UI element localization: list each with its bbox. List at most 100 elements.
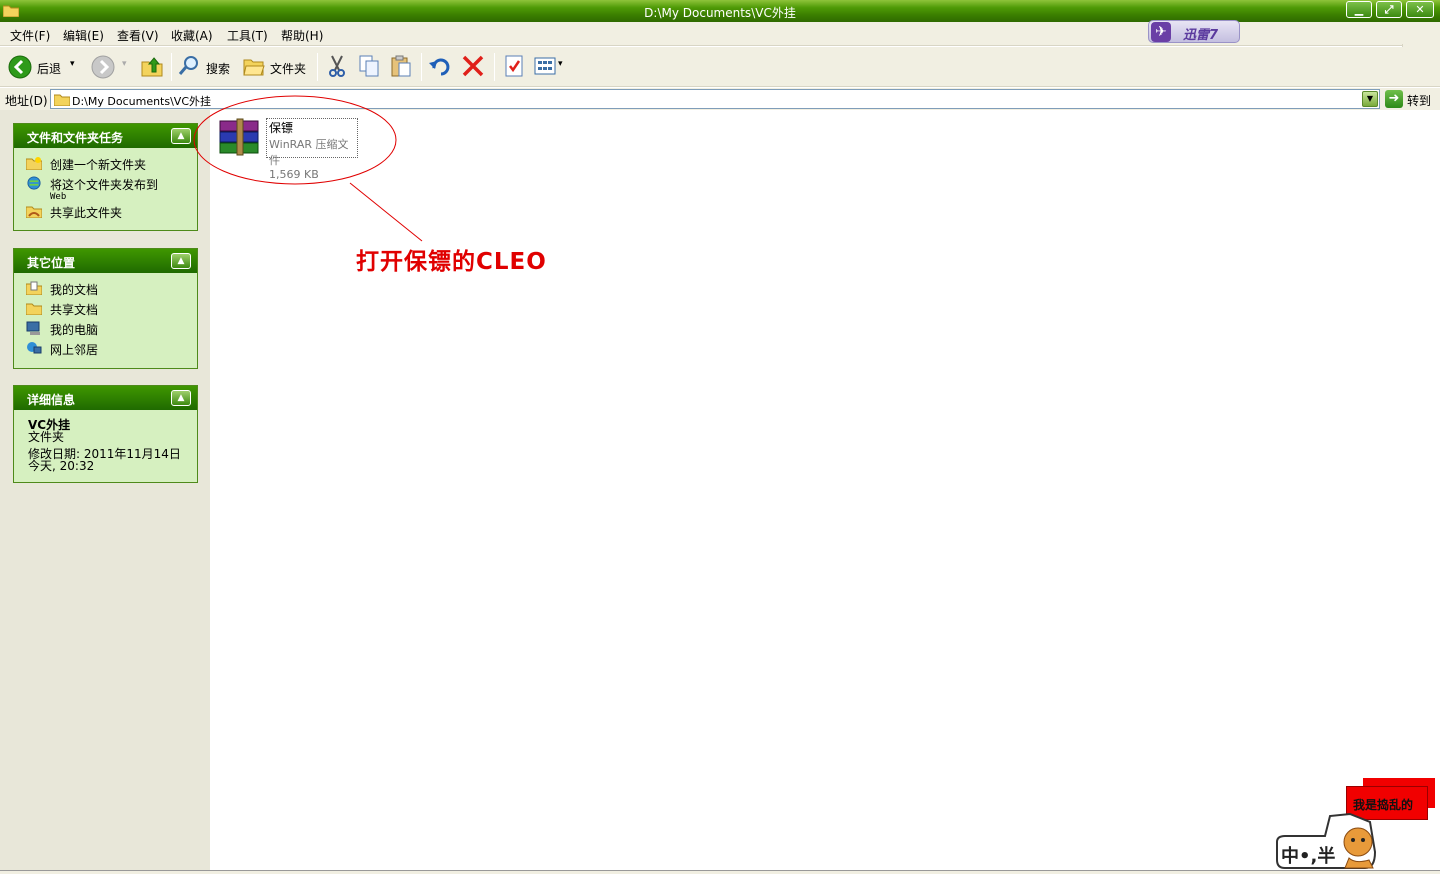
place-shared-documents[interactable]: 共享文档	[14, 298, 197, 318]
place-my-documents[interactable]: 我的文档	[14, 278, 197, 298]
panel-header[interactable]: 其它位置 ▲	[14, 249, 197, 273]
views-grid-icon	[534, 57, 556, 75]
menu-view[interactable]: 查看(V)	[117, 27, 159, 44]
xunlei-label: 迅雷7	[1183, 28, 1219, 43]
panel-header[interactable]: 详细信息 ▲	[14, 386, 197, 410]
address-label: 地址(D)	[5, 94, 48, 108]
mascot-monkey: 中•,半	[1275, 812, 1395, 870]
search-label: 搜索	[206, 62, 231, 76]
collapse-icon[interactable]: ▲	[171, 390, 191, 406]
my-computer-icon	[26, 321, 40, 335]
panel-header[interactable]: 文件和文件夹任务 ▲	[14, 124, 197, 148]
task-publish-web[interactable]: 将这个文件夹发布到 Web	[14, 173, 197, 202]
network-places-icon	[27, 342, 42, 354]
up-folder-icon	[141, 57, 163, 77]
shared-documents-icon	[26, 303, 42, 315]
toolbar-separator	[494, 53, 495, 81]
search-icon	[178, 56, 198, 75]
undo-icon	[429, 58, 450, 76]
file-list-view[interactable]	[210, 110, 1440, 870]
folder-icon	[54, 94, 70, 106]
file-folder-tasks-panel: 文件和文件夹任务 ▲ 创建一个新文件夹 将这个文件夹发布到 Web 共享此文件夹	[13, 123, 198, 231]
toolbar-separator	[317, 53, 318, 81]
delete-button[interactable]	[461, 54, 487, 80]
place-label: 共享文档	[50, 303, 99, 317]
address-dropdown-button[interactable]: ▼	[1362, 91, 1378, 107]
task-new-folder[interactable]: 创建一个新文件夹	[14, 153, 197, 173]
paste-icon	[391, 55, 411, 77]
share-folder-icon	[26, 206, 42, 218]
forward-arrow-icon	[91, 55, 115, 79]
properties-button[interactable]	[502, 54, 528, 80]
chevron-down-icon: ▾	[70, 59, 75, 69]
toolbar-separator	[171, 53, 172, 81]
paste-button[interactable]	[389, 54, 415, 80]
properties-icon	[505, 55, 523, 77]
minimize-button[interactable]: ▁	[1346, 1, 1372, 18]
panel-title: 详细信息	[27, 393, 76, 407]
details-type: 文件夹	[28, 430, 65, 444]
task-label: 将这个文件夹发布到	[50, 178, 159, 192]
folders-button[interactable]: 文件夹	[242, 54, 310, 80]
other-places-panel: 其它位置 ▲ 我的文档 共享文档 我的电脑 网上邻居	[13, 248, 198, 369]
toolbar: 后退 ▾ ▾ 搜索 文件夹 ▾	[0, 47, 1440, 87]
menu-tools[interactable]: 工具(T)	[227, 27, 268, 44]
task-share-folder[interactable]: 共享此文件夹	[14, 201, 197, 221]
address-bar: 地址(D) D:\My Documents\VC外挂 ▼ ➜ 转到	[0, 88, 1440, 110]
restore-button[interactable]: ⤢	[1376, 1, 1402, 18]
status-bar	[0, 870, 1440, 874]
task-label: 共享此文件夹	[50, 206, 123, 220]
menu-file[interactable]: 文件(F)	[10, 27, 50, 44]
menu-help[interactable]: 帮助(H)	[281, 27, 323, 44]
go-label[interactable]: 转到	[1407, 92, 1431, 109]
place-label: 我的电脑	[50, 323, 99, 337]
new-folder-icon	[26, 157, 42, 170]
file-item-label[interactable]: 保镖 WinRAR 压缩文件 1,569 KB	[266, 118, 358, 181]
copy-button[interactable]	[357, 54, 383, 80]
collapse-icon[interactable]: ▲	[171, 253, 191, 269]
search-button[interactable]: 搜索	[177, 54, 235, 80]
mascot-badge-text: 中•,半	[1281, 846, 1336, 867]
toolbar-separator	[421, 53, 422, 81]
winrar-archive-icon[interactable]	[218, 118, 262, 156]
window-title: D:\My Documents\VC外挂	[644, 6, 796, 20]
task-label: 创建一个新文件夹	[50, 158, 147, 172]
back-arrow-icon	[8, 55, 32, 79]
views-button[interactable]: ▾	[533, 54, 569, 80]
task-pane: 文件和文件夹任务 ▲ 创建一个新文件夹 将这个文件夹发布到 Web 共享此文件夹…	[0, 110, 210, 870]
xunlei-badge[interactable]: ✈ 迅雷7	[1148, 20, 1240, 43]
folders-label: 文件夹	[270, 62, 307, 76]
panel-title: 文件和文件夹任务	[27, 131, 124, 145]
folders-icon	[243, 59, 265, 76]
place-my-computer[interactable]: 我的电脑	[14, 318, 197, 338]
undo-button[interactable]	[428, 54, 454, 80]
file-name: 保镖	[269, 121, 294, 135]
chevron-down-icon: ▾	[558, 59, 563, 69]
close-button[interactable]: ✕	[1406, 1, 1434, 18]
publish-web-icon	[27, 176, 41, 190]
cut-button[interactable]	[325, 54, 351, 80]
place-label: 网上邻居	[50, 343, 99, 357]
place-network[interactable]: 网上邻居	[14, 338, 197, 358]
chevron-down-icon: ▾	[122, 59, 127, 69]
collapse-icon[interactable]: ▲	[171, 128, 191, 144]
back-button[interactable]: 后退 ▾	[8, 54, 88, 80]
copy-icon	[359, 55, 379, 77]
delete-x-icon	[462, 55, 484, 77]
details-panel: 详细信息 ▲ VC外挂 文件夹 修改日期: 2011年11月14日 今天, 20…	[13, 385, 198, 483]
details-modified-time: 今天, 20:32	[28, 459, 95, 473]
address-input[interactable]: D:\My Documents\VC外挂 ▼	[50, 89, 1380, 109]
back-label: 后退	[37, 62, 62, 76]
address-path: D:\My Documents\VC外挂	[72, 95, 212, 108]
panel-title: 其它位置	[27, 256, 76, 270]
annotation-text: 打开保镖的CLEO	[356, 249, 547, 275]
file-type: WinRAR 压缩文件	[269, 138, 349, 167]
up-folder-button[interactable]	[140, 54, 166, 80]
go-arrow-icon[interactable]: ➜	[1385, 90, 1403, 108]
xunlei-bird-icon: ✈	[1151, 22, 1171, 42]
menu-favorites[interactable]: 收藏(A)	[171, 27, 213, 44]
scissors-icon	[329, 55, 345, 77]
menu-edit[interactable]: 编辑(E)	[63, 27, 104, 44]
title-bar: D:\My Documents\VC外挂 ▁ ⤢ ✕	[0, 0, 1440, 22]
forward-button[interactable]: ▾	[90, 54, 134, 80]
